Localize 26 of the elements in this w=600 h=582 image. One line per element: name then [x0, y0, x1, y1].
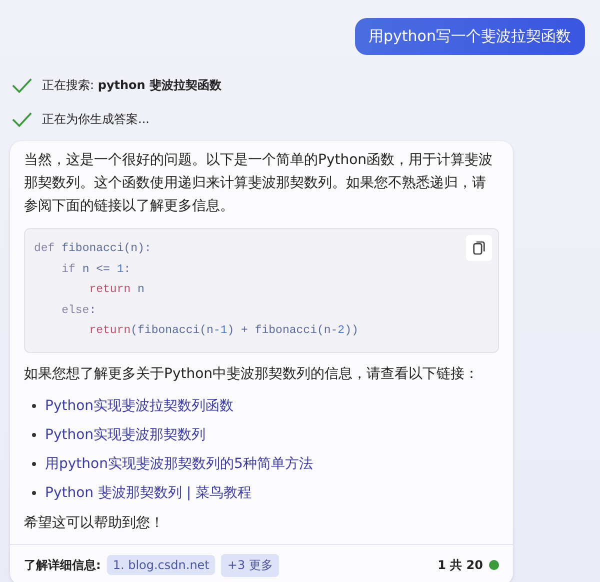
progress-text: 正在搜索: python 斐波拉契函数 — [42, 77, 222, 94]
link[interactable]: Python实现斐波拉契数列函数 — [45, 397, 234, 415]
turn-counter: 1 共 20 — [438, 556, 483, 574]
copy-icon — [473, 241, 485, 255]
status-dot-icon — [489, 560, 499, 570]
links-intro-text: 如果您想了解更多关于Python中斐波那契数列的信息，请查看以下链接： — [24, 364, 480, 384]
bullet-icon — [32, 433, 36, 437]
closing-text: 希望这可以帮助到您！ — [24, 514, 165, 532]
copy-button[interactable] — [466, 235, 492, 261]
code-line: else: — [60, 302, 96, 318]
code-line: def fibonacci(n): — [34, 241, 152, 257]
link[interactable]: Python实现斐波那契数列 — [45, 426, 206, 444]
bullet-icon — [32, 462, 36, 466]
progress-text: 正在为你生成答案... — [42, 111, 150, 128]
bullet-icon — [32, 404, 36, 408]
bullet-icon — [32, 491, 36, 495]
source-chip[interactable]: 1. blog.csdn.net — [106, 555, 216, 575]
link[interactable]: 用python实现斐波那契数列的5种简单方法 — [45, 455, 313, 473]
learn-more-label: 了解详细信息: — [24, 556, 101, 574]
user-message: 用python写一个斐波拉契函数 — [354, 18, 585, 55]
code-line: return(fibonacci(n-1) + fibonacci(n-2)) — [88, 323, 358, 339]
answer-text: 当然，这是一个很好的问题。以下是一个简单的Python函数，用于计算斐波那契数列。这个函数使用递归来计算斐波那契数列。如果您不熟悉递归，请参阅下面的链接以了解更多信息。 — [24, 151, 494, 216]
source-chip[interactable]: +3 更多 — [221, 554, 279, 576]
link[interactable]: Python 斐波那契数列 | 菜鸟教程 — [45, 484, 252, 502]
code-line: if n <= 1: — [60, 262, 131, 278]
code-line: return n — [88, 282, 144, 298]
